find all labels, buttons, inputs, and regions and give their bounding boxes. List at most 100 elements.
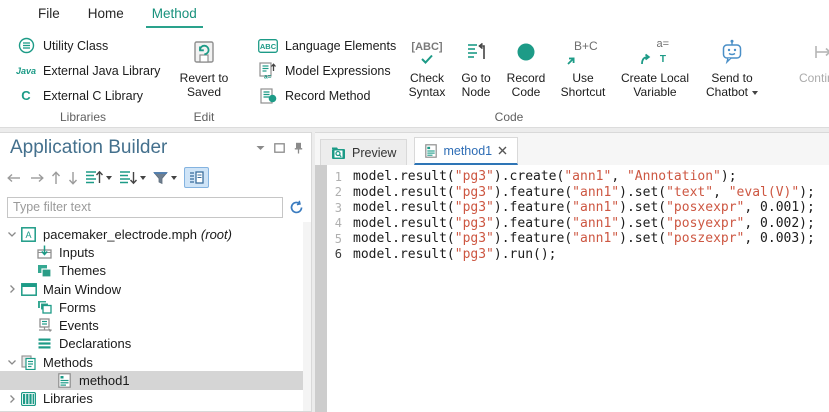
ribbon-group-libraries: Utility Class Java External Java Library…: [8, 28, 158, 127]
tree-item-main-window[interactable]: Main Window: [0, 280, 311, 298]
tree-item-method1[interactable]: method1: [0, 371, 311, 389]
model-expressions-icon: a=: [258, 62, 278, 79]
back-arrow-icon[interactable]: [7, 173, 22, 183]
tree-scrollbar[interactable]: [303, 222, 311, 411]
ribbon-tab-bar: File Home Method: [0, 0, 829, 28]
tree-item-label: pacemaker_electrode.mph: [43, 227, 197, 242]
tab-method1-label: method1: [443, 144, 492, 158]
panel-menu-chevron-icon[interactable]: [256, 145, 265, 151]
external-java-library-label: External Java Library: [43, 64, 160, 78]
code-text: model.result("pg3").feature("ann1").set(…: [353, 185, 815, 200]
tab-method1[interactable]: method1: [414, 137, 518, 165]
go-to-node-label: Go to Node: [452, 71, 500, 99]
chevron-down-icon[interactable]: [106, 176, 112, 180]
preview-icon: [331, 146, 346, 160]
external-java-library-button[interactable]: Java External Java Library: [8, 58, 158, 83]
panel-pin-icon[interactable]: [294, 142, 303, 154]
tree-item-root[interactable]: A pacemaker_electrode.mph (root): [0, 225, 311, 243]
use-shortcut-button[interactable]: B+C Use Shortcut: [552, 33, 614, 99]
code-text: model.result("pg3").feature("ann1").set(…: [353, 200, 815, 215]
panel-float-icon[interactable]: [274, 143, 285, 153]
code-text: model.result("pg3").feature("ann1").set(…: [353, 216, 815, 231]
expander-expanded-icon[interactable]: [4, 232, 20, 237]
tree-item-forms[interactable]: Forms: [0, 298, 311, 316]
tree-item-libraries[interactable]: Libraries: [0, 390, 311, 408]
close-icon[interactable]: [498, 146, 507, 155]
tab-preview[interactable]: Preview: [320, 139, 407, 165]
libraries-icon: [20, 392, 37, 406]
filter-input[interactable]: [7, 197, 283, 218]
chevron-down-icon[interactable]: [171, 176, 177, 180]
tab-home[interactable]: Home: [74, 1, 138, 28]
create-local-variable-button[interactable]: a= T Create Local Variable: [614, 33, 696, 99]
main-area: Application Builder: [0, 132, 829, 412]
go-to-node-icon: [465, 37, 487, 67]
filter-row: [0, 192, 311, 222]
collapse-all-icon[interactable]: [85, 170, 103, 185]
go-to-node-button[interactable]: Go to Node: [452, 33, 500, 99]
external-c-library-button[interactable]: C External C Library: [8, 83, 158, 108]
code-line[interactable]: 4model.result("pg3").feature("ann1").set…: [327, 216, 829, 232]
tree-item-events[interactable]: Events: [0, 316, 311, 334]
events-icon: [36, 318, 53, 333]
tree-item-label: Libraries: [43, 391, 93, 406]
line-number: 2: [327, 185, 353, 199]
expander-collapsed-icon[interactable]: [4, 395, 20, 403]
tree-item-label: Declarations: [59, 336, 131, 351]
tree-item-themes[interactable]: Themes: [0, 262, 311, 280]
code-line[interactable]: 1model.result("pg3").create("ann1", "Ann…: [327, 169, 829, 185]
utility-class-button[interactable]: Utility Class: [8, 33, 158, 58]
filter-funnel-icon[interactable]: [153, 171, 168, 185]
edit-group-label: Edit: [168, 110, 240, 124]
language-elements-button[interactable]: ABC Language Elements: [250, 33, 402, 58]
record-code-button[interactable]: Record Code: [500, 33, 552, 99]
code-line[interactable]: 5model.result("pg3").feature("ann1").set…: [327, 231, 829, 247]
code-line[interactable]: 6model.result("pg3").run();: [327, 247, 829, 263]
create-local-variable-label: Create Local Variable: [614, 71, 696, 99]
tree-item-label: Themes: [59, 263, 106, 278]
expander-collapsed-icon[interactable]: [4, 285, 20, 293]
tree-item-inputs[interactable]: Inputs: [0, 243, 311, 261]
code-lines[interactable]: 1model.result("pg3").create("ann1", "Ann…: [327, 165, 829, 412]
application-window: File Home Method Utility Class Java Exte…: [0, 0, 829, 412]
show-details-toggle[interactable]: [184, 167, 209, 188]
tab-preview-label: Preview: [352, 146, 396, 160]
code-text: model.result("pg3").create("ann1", "Anno…: [353, 169, 737, 184]
send-to-chatbot-button[interactable]: Send to Chatbot: [696, 33, 768, 99]
declarations-icon: [36, 338, 53, 349]
tree-item-label: Inputs: [59, 245, 94, 260]
code-line[interactable]: 3model.result("pg3").feature("ann1").set…: [327, 200, 829, 216]
revert-to-saved-button[interactable]: Revert to Saved: [168, 33, 240, 99]
method-icon: [425, 144, 437, 158]
expander-expanded-icon[interactable]: [4, 360, 20, 365]
inputs-icon: [36, 245, 53, 259]
code-area[interactable]: 1model.result("pg3").create("ann1", "Ann…: [315, 165, 829, 412]
java-icon: Java: [16, 66, 36, 76]
model-expressions-button[interactable]: a= Model Expressions: [250, 58, 402, 83]
tab-file[interactable]: File: [24, 1, 74, 28]
chevron-down-icon[interactable]: [140, 176, 146, 180]
tree-item-label: Forms: [59, 300, 96, 315]
check-syntax-button[interactable]: [ABC] Check Syntax: [402, 33, 452, 99]
line-number: 4: [327, 216, 353, 230]
tab-method[interactable]: Method: [138, 1, 211, 28]
svg-text:a=: a=: [264, 74, 272, 80]
breakpoint-gutter[interactable]: [315, 165, 327, 412]
expand-all-icon[interactable]: [119, 170, 137, 185]
tree-item-declarations[interactable]: Declarations: [0, 335, 311, 353]
tree-item-label: method1: [79, 373, 130, 388]
create-local-variable-icon: a= T: [640, 37, 670, 67]
panel-header: Application Builder: [0, 133, 311, 163]
continue-button[interactable]: Continue: [785, 33, 829, 85]
code-line[interactable]: 2model.result("pg3").feature("ann1").set…: [327, 185, 829, 201]
move-down-icon[interactable]: [68, 171, 78, 185]
forward-arrow-icon[interactable]: [29, 173, 44, 183]
record-method-button[interactable]: Record Method: [250, 83, 402, 108]
chevron-down-icon: [752, 91, 758, 95]
model-expressions-label: Model Expressions: [285, 64, 391, 78]
refresh-icon[interactable]: [289, 200, 304, 215]
move-up-icon[interactable]: [51, 171, 61, 185]
revert-to-saved-icon: [191, 37, 217, 67]
tree-item-methods[interactable]: Methods: [0, 353, 311, 371]
check-syntax-icon: [ABC]: [411, 37, 442, 67]
